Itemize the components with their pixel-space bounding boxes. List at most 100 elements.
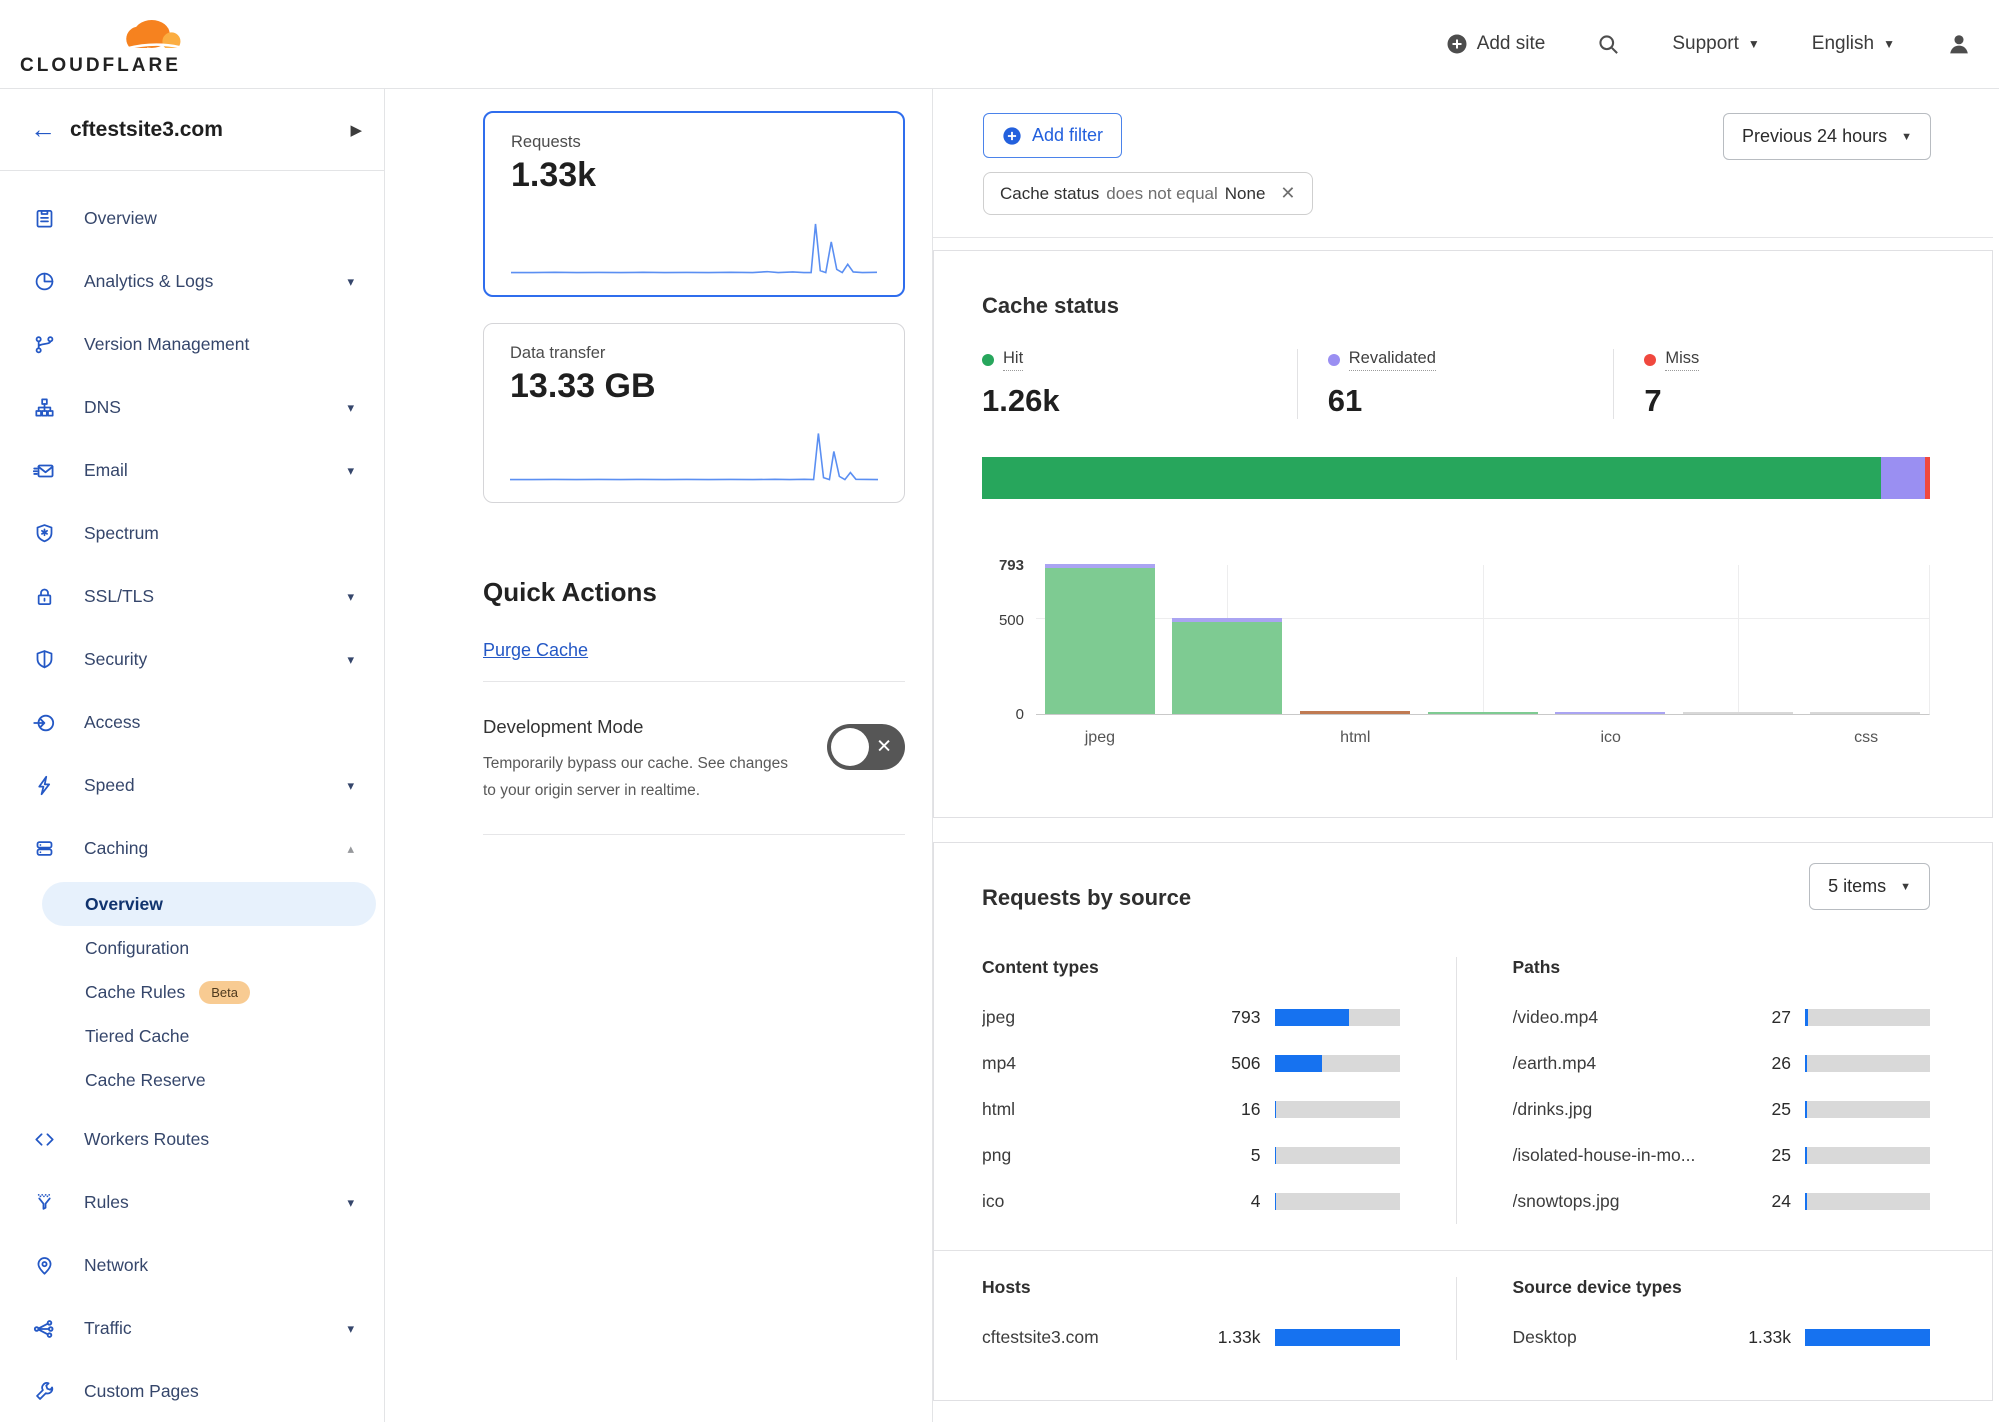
progress-fill [1805, 1009, 1808, 1026]
time-range-dropdown[interactable]: Previous 24 hours ▼ [1723, 113, 1931, 160]
analytics-main: Add filter Cache status does not equal N… [933, 89, 1999, 1422]
progress-bar [1805, 1101, 1930, 1118]
branch-icon [32, 333, 56, 357]
table-row: Desktop 1.33k [1513, 1314, 1931, 1360]
site-name: cftestsite3.com [70, 118, 350, 142]
table-row: mp4 506 [982, 1040, 1400, 1086]
sidebar-subitem-tiered-cache[interactable]: Tiered Cache [42, 1014, 376, 1058]
top-bar: CLOUDFLARE Add site Support ▼ English ▼ [0, 0, 1999, 89]
lock-icon [32, 585, 56, 609]
y-axis-labels: 793 500 0 [982, 565, 1036, 715]
progress-fill [1805, 1055, 1807, 1072]
chevron-down-icon: ▾ [347, 778, 354, 794]
stat-revalidated: Revalidated 61 [1297, 349, 1614, 419]
chevron-down-icon: ▾ [347, 400, 354, 416]
table-row: /isolated-house-in-mo... 25 [1513, 1132, 1931, 1178]
search-button[interactable] [1597, 33, 1620, 56]
filter-chip-operator: does not equal [1106, 184, 1218, 204]
chevron-down-icon: ▾ [347, 1321, 354, 1337]
code-brackets-icon [32, 1128, 56, 1152]
sidebar-item-workers-routes[interactable]: Workers Routes [0, 1108, 384, 1171]
sidebar-item-speed[interactable]: Speed ▾ [0, 754, 384, 817]
sidebar-item-overview[interactable]: Overview [0, 187, 384, 250]
sidebar-item-ssl-tls[interactable]: SSL/TLS ▾ [0, 565, 384, 628]
progress-fill [1805, 1147, 1807, 1164]
miss-label[interactable]: Miss [1665, 349, 1699, 371]
development-mode-title: Development Mode [483, 716, 803, 738]
funnel-icon [32, 1191, 56, 1215]
sidebar-subitem-cache-rules[interactable]: Cache Rules Beta [42, 970, 376, 1014]
envelope-icon [32, 459, 56, 483]
bar-mp4 [1164, 565, 1292, 714]
add-filter-button[interactable]: Add filter [983, 113, 1122, 158]
sidebar-item-dns[interactable]: DNS ▾ [0, 376, 384, 439]
beta-badge: Beta [199, 981, 250, 1004]
sidebar-item-security[interactable]: Security ▾ [0, 628, 384, 691]
login-arrow-icon [32, 711, 56, 735]
requests-by-source-title: Requests by source [982, 885, 1191, 911]
table-row: ico 4 [982, 1178, 1400, 1224]
chevron-up-icon: ▴ [347, 841, 354, 857]
bar-unlabeled [1674, 565, 1802, 714]
sidebar-subitem-configuration[interactable]: Configuration [42, 926, 376, 970]
development-mode-section: Development Mode Temporarily bypass our … [483, 716, 905, 804]
cloudflare-logo[interactable]: CLOUDFLARE [20, 11, 198, 77]
sidebar-item-caching[interactable]: Caching ▴ [0, 817, 384, 880]
sidebar-item-spectrum[interactable]: Spectrum [0, 502, 384, 565]
purge-cache-link[interactable]: Purge Cache [483, 640, 588, 661]
filter-chip[interactable]: Cache status does not equal None ✕ [983, 172, 1313, 215]
sidebar-item-rules[interactable]: Rules ▾ [0, 1171, 384, 1234]
filter-bar: Add filter Cache status does not equal N… [933, 89, 1993, 238]
chevron-down-icon: ▾ [347, 1195, 354, 1211]
pie-chart-icon [32, 270, 56, 294]
cache-status-title: Cache status [982, 293, 1930, 319]
requests-sparkline [511, 215, 877, 279]
sidebar-subitem-caching-overview[interactable]: Overview [42, 882, 376, 926]
server-stack-icon [32, 837, 56, 861]
chevron-down-icon: ▼ [1748, 37, 1760, 51]
bar-png [1419, 565, 1547, 714]
account-menu[interactable] [1947, 32, 1971, 56]
progress-bar [1275, 1009, 1400, 1026]
table-row: /drinks.jpg 25 [1513, 1086, 1931, 1132]
development-mode-toggle[interactable]: ✕ [827, 724, 905, 770]
divider [483, 681, 905, 682]
items-count-dropdown[interactable]: 5 items ▼ [1809, 863, 1930, 910]
share-nodes-icon [32, 1317, 56, 1341]
sidebar-item-analytics-logs[interactable]: Analytics & Logs ▾ [0, 250, 384, 313]
remove-filter-icon[interactable]: ✕ [1280, 183, 1295, 204]
sidebar-subitem-cache-reserve[interactable]: Cache Reserve [42, 1058, 376, 1102]
chevron-down-icon: ▼ [1901, 131, 1912, 143]
add-site-button[interactable]: Add site [1446, 33, 1546, 55]
sidebar-item-custom-pages[interactable]: Custom Pages [0, 1360, 384, 1422]
progress-fill [1275, 1193, 1276, 1210]
progress-bar [1275, 1193, 1400, 1210]
language-menu[interactable]: English ▼ [1812, 33, 1895, 55]
cache-status-bar-plot [1036, 565, 1930, 715]
data-transfer-value: 13.33 GB [510, 367, 878, 406]
site-switcher-chevron-icon[interactable]: ▶ [350, 121, 362, 139]
revalidated-label[interactable]: Revalidated [1349, 349, 1436, 371]
sidebar-item-access[interactable]: Access [0, 691, 384, 754]
table-row: png 5 [982, 1132, 1400, 1178]
cache-status-stacked-bar [982, 457, 1930, 499]
hit-label[interactable]: Hit [1003, 349, 1023, 371]
wrench-icon [32, 1380, 56, 1404]
back-arrow-icon[interactable]: ← [30, 114, 70, 145]
sidebar-item-traffic[interactable]: Traffic ▾ [0, 1297, 384, 1360]
sidebar-item-email[interactable]: Email ▾ [0, 439, 384, 502]
filter-chip-value: None [1225, 184, 1266, 204]
support-menu[interactable]: Support ▼ [1672, 33, 1759, 55]
sidebar-item-version-management[interactable]: Version Management [0, 313, 384, 376]
requests-card[interactable]: Requests 1.33k [483, 111, 905, 297]
shield-icon [32, 648, 56, 672]
cache-status-stats: Hit 1.26k Revalidated 61 Miss [982, 349, 1930, 419]
progress-bar [1805, 1193, 1930, 1210]
quick-actions-title: Quick Actions [483, 577, 904, 608]
filter-chip-field: Cache status [1000, 184, 1099, 204]
sidebar-item-network[interactable]: Network [0, 1234, 384, 1297]
stacked-segment-hit [982, 457, 1881, 499]
table-row: jpeg 793 [982, 994, 1400, 1040]
progress-fill [1805, 1101, 1807, 1118]
data-transfer-card[interactable]: Data transfer 13.33 GB [483, 323, 905, 503]
